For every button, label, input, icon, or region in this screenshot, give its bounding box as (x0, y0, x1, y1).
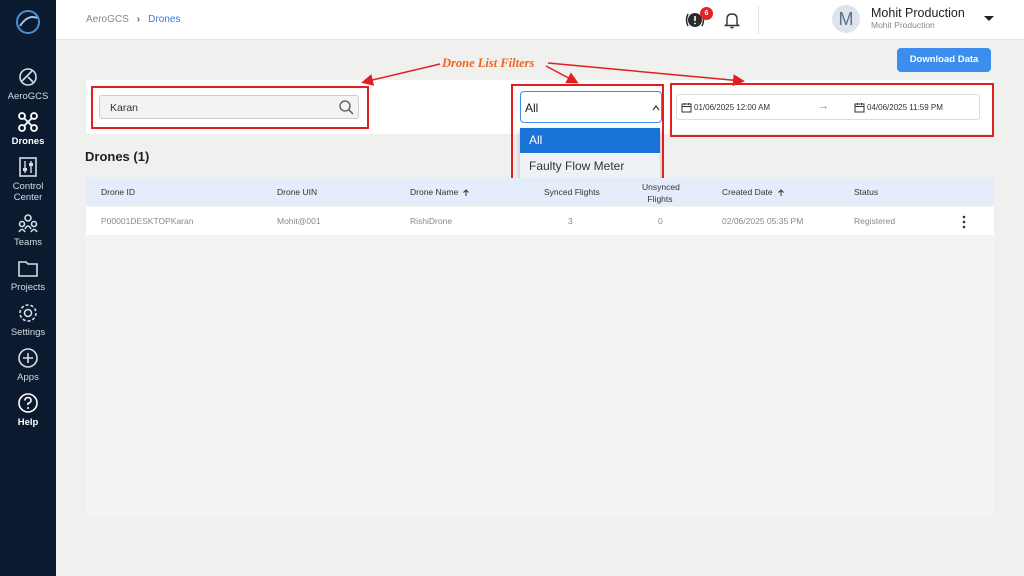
sidebar-item-projects[interactable]: Projects (0, 257, 56, 293)
column-header-unsynced-flights: Unsynced Flights (642, 182, 680, 204)
sidebar-item-label: Control Center (12, 181, 44, 203)
folder-icon (18, 261, 38, 277)
drone-radar-icon (19, 68, 37, 86)
breadcrumb-separator: › (136, 14, 141, 25)
sort-arrow-up-icon[interactable] (777, 189, 785, 197)
sliders-icon (19, 157, 37, 177)
plus-circle-icon (18, 348, 38, 368)
breadcrumb-home[interactable]: AeroGCS (86, 14, 129, 25)
cell-status: Registered (854, 216, 896, 226)
help-icon (18, 393, 38, 413)
annotation-box-date (670, 83, 994, 137)
team-icon (18, 214, 38, 233)
sidebar-item-label: AeroGCS (7, 91, 49, 102)
column-header-drone-name[interactable]: Drone Name (410, 187, 470, 197)
cell-drone-id: P00001DESKTOPKaran (101, 216, 194, 226)
drone-icon (18, 112, 38, 132)
breadcrumb: AeroGCS › Drones (86, 14, 180, 25)
breadcrumb-current: Drones (148, 14, 181, 25)
sidebar-item-label: Settings (10, 327, 46, 338)
cell-drone-name: RishiDrone (410, 216, 453, 226)
annotation-box-status (511, 84, 664, 188)
sidebar-item-help[interactable]: Help (0, 392, 56, 428)
cell-unsynced-flights: 0 (658, 216, 663, 226)
sidebar-item-control-center[interactable]: Control Center (0, 156, 56, 203)
gear-icon (19, 304, 37, 322)
sidebar-item-aerogcs[interactable]: AeroGCS (0, 66, 56, 102)
annotation-title: Drone List Filters (442, 56, 535, 70)
column-header-synced-flights: Synced Flights (544, 187, 600, 197)
more-options-icon[interactable] (961, 215, 967, 229)
annotation-box-search (91, 86, 369, 129)
sidebar-item-label: Help (17, 417, 39, 428)
cell-synced-flights: 3 (568, 216, 573, 226)
notification-count-badge: 6 (700, 7, 713, 20)
download-data-button[interactable]: Download Data (897, 48, 991, 72)
sidebar-item-label: Drones (11, 136, 45, 147)
table-row[interactable]: P00001DESKTOPKaran Mohit@001 RishiDrone … (86, 207, 994, 235)
table-header: Drone ID Drone UIN Drone Name Synced Fli… (86, 178, 994, 206)
sidebar: AeroGCS Drones Control Center Teams Proj… (0, 0, 56, 576)
app-logo-icon[interactable] (14, 8, 42, 36)
sidebar-item-teams[interactable]: Teams (0, 212, 56, 248)
column-header-drone-uin: Drone UIN (277, 187, 318, 197)
sidebar-item-label: Teams (14, 237, 42, 248)
chevron-down-icon[interactable] (984, 16, 994, 21)
sidebar-item-settings[interactable]: Settings (0, 302, 56, 338)
drones-section-title: Drones (1) (85, 149, 150, 164)
column-header-created-date[interactable]: Created Date (722, 187, 785, 197)
sidebar-item-label: Apps (17, 372, 39, 383)
user-name[interactable]: Mohit Production (871, 6, 965, 20)
column-header-label: Drone Name (410, 187, 459, 197)
cell-drone-uin: Mohit@001 (277, 216, 321, 226)
sidebar-item-apps[interactable]: Apps (0, 347, 56, 383)
header-divider (758, 6, 759, 34)
avatar[interactable]: M (832, 5, 860, 33)
column-header-label: Created Date (722, 187, 773, 197)
bell-icon[interactable] (723, 11, 741, 29)
column-header-status: Status (854, 187, 879, 197)
sort-arrow-up-icon[interactable] (462, 189, 470, 197)
sidebar-item-drones[interactable]: Drones (0, 111, 56, 147)
cell-created-date: 02/06/2025 05:35 PM (722, 216, 804, 226)
sidebar-item-label: Projects (10, 282, 46, 293)
user-org: Mohit Production (871, 20, 935, 30)
column-header-drone-id: Drone ID (101, 187, 136, 197)
